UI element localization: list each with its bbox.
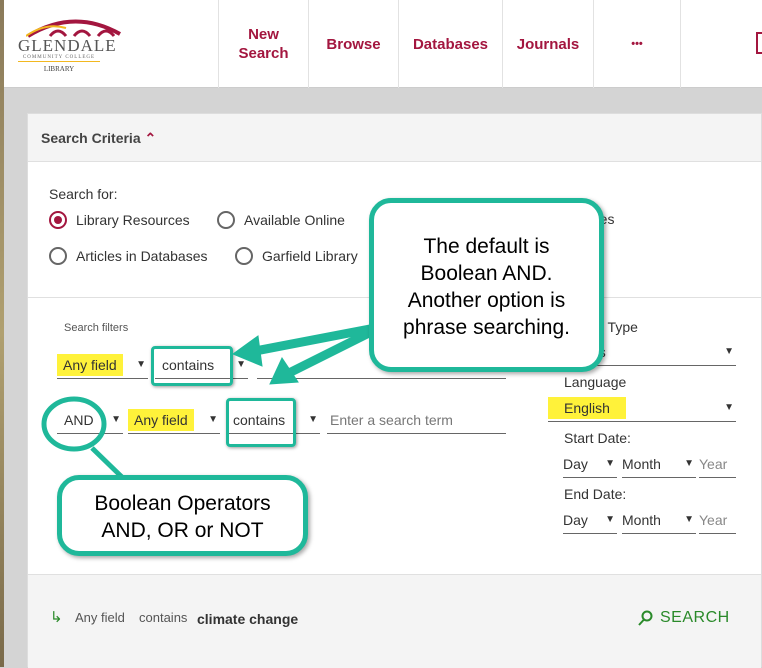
and-circle [41,396,107,452]
callout-default-boolean: The default is Boolean AND. Another opti… [369,198,604,372]
arrow-head-1 [231,335,263,367]
callout-boolean-operators: Boolean Operators AND, OR or NOT [57,475,308,556]
